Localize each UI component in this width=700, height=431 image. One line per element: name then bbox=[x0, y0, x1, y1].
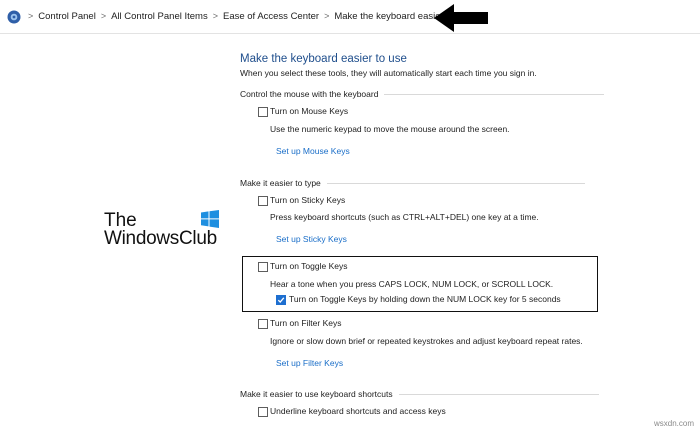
windows-logo-icon bbox=[201, 210, 219, 228]
chevron-right-icon: > bbox=[28, 11, 34, 21]
toggle-keys-hold-label[interactable]: Turn on Toggle Keys by holding down the … bbox=[289, 294, 561, 304]
section-heading-typing: Make it easier to type bbox=[240, 178, 585, 188]
setup-filter-keys-link[interactable]: Set up Filter Keys bbox=[276, 358, 343, 368]
underline-shortcuts-checkbox[interactable] bbox=[258, 407, 268, 417]
breadcrumb-control-panel[interactable]: Control Panel bbox=[38, 11, 96, 22]
page-subtitle: When you select these tools, they will a… bbox=[240, 68, 537, 78]
toggle-keys-label[interactable]: Turn on Toggle Keys bbox=[270, 261, 348, 271]
mouse-keys-checkbox[interactable] bbox=[258, 107, 268, 117]
mouse-keys-description: Use the numeric keypad to move the mouse… bbox=[270, 124, 510, 134]
watermark-line2: WindowsClub bbox=[104, 228, 217, 249]
breadcrumb: > Control Panel > All Control Panel Items > E… bbox=[23, 11, 472, 22]
page-title: Make the keyboard easier to use bbox=[240, 53, 407, 65]
setup-sticky-keys-link[interactable]: Set up Sticky Keys bbox=[276, 234, 347, 244]
sticky-keys-label[interactable]: Turn on Sticky Keys bbox=[270, 195, 345, 205]
site-watermark: wsxdn.com bbox=[653, 419, 694, 428]
toggle-keys-description: Hear a tone when you press CAPS LOCK, NU… bbox=[270, 279, 554, 289]
section-heading-shortcuts: Make it easier to use keyboard shortcuts bbox=[240, 389, 599, 399]
toggle-keys-hold-checkbox[interactable] bbox=[276, 295, 286, 305]
mouse-keys-label[interactable]: Turn on Mouse Keys bbox=[270, 106, 348, 116]
chevron-right-icon: > bbox=[212, 11, 218, 21]
breadcrumb-ease-of-access[interactable]: Ease of Access Center bbox=[223, 11, 319, 22]
filter-keys-checkbox[interactable] bbox=[258, 319, 268, 329]
chevron-right-icon: > bbox=[100, 11, 107, 21]
section-divider bbox=[398, 394, 599, 396]
checkmark-icon bbox=[277, 297, 285, 303]
sticky-keys-description: Press keyboard shortcuts (such as CTRL+A… bbox=[270, 212, 539, 222]
section-divider bbox=[384, 94, 605, 96]
toggle-keys-checkbox[interactable] bbox=[258, 262, 268, 272]
setup-mouse-keys-link[interactable]: Set up Mouse Keys bbox=[276, 146, 350, 156]
annotation-arrow-icon bbox=[434, 4, 488, 32]
section-divider bbox=[326, 183, 585, 185]
underline-shortcuts-label[interactable]: Underline keyboard shortcuts and access … bbox=[270, 406, 446, 416]
breadcrumb-all-items[interactable]: All Control Panel Items bbox=[111, 11, 208, 22]
filter-keys-description: Ignore or slow down brief or repeated ke… bbox=[270, 336, 583, 346]
control-panel-icon[interactable] bbox=[7, 10, 21, 24]
section-heading-mouse: Control the mouse with the keyboard bbox=[240, 89, 605, 99]
address-bar: > Control Panel > All Control Panel Items > E… bbox=[0, 0, 700, 34]
sticky-keys-checkbox[interactable] bbox=[258, 196, 268, 206]
filter-keys-label[interactable]: Turn on Filter Keys bbox=[270, 318, 342, 328]
chevron-right-icon: > bbox=[324, 11, 330, 21]
